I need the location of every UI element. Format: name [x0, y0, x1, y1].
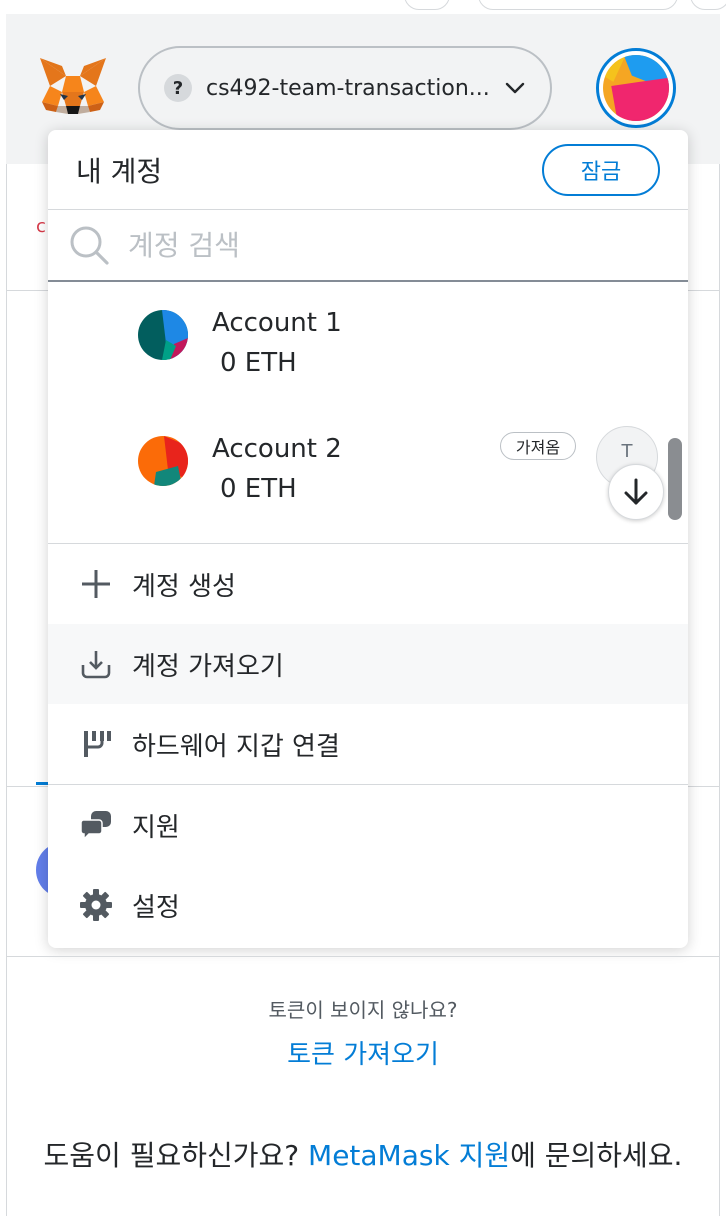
imported-badge: 가져옴 [500, 432, 576, 460]
settings-item[interactable]: 설정 [48, 865, 688, 945]
account-identicon [603, 55, 669, 121]
browser-tab-edge [690, 0, 726, 10]
account-2-identicon [138, 436, 188, 486]
plus-icon [76, 564, 116, 604]
account-search-input[interactable] [128, 228, 608, 262]
import-icon [76, 644, 116, 684]
network-label: cs492-team-transaction... [206, 75, 490, 101]
hardware-wallet-icon [76, 724, 116, 764]
account-item-2[interactable]: Account 2 0 ETH [48, 408, 688, 534]
connect-hardware-wallet-item[interactable]: 하드웨어 지갑 연결 [48, 704, 688, 784]
active-tab-indicator [36, 782, 48, 785]
account-balance: 0 ETH [220, 474, 297, 504]
lock-button[interactable]: 잠금 [542, 143, 660, 196]
account-list: Account 1 0 ETH Account 2 0 ETH 가져옴 T [48, 282, 688, 544]
account-menu-title: 내 계정 [76, 154, 163, 188]
account-list-scrollbar[interactable] [668, 438, 682, 520]
metamask-support-link[interactable]: MetaMask 지원 [308, 1139, 510, 1172]
settings-label: 설정 [132, 892, 180, 923]
background-text-fragment: c [36, 216, 46, 237]
chat-bubbles-icon [76, 805, 116, 845]
connect-hardware-wallet-label: 하드웨어 지갑 연결 [132, 731, 340, 762]
chevron-down-icon [505, 82, 525, 94]
browser-tab-edge [478, 0, 678, 10]
scroll-down-button[interactable] [608, 464, 664, 520]
search-icon [70, 226, 109, 265]
account-name: Account 1 [212, 308, 342, 338]
account-search [48, 210, 688, 282]
browser-tab-edge [404, 0, 450, 10]
import-account-item[interactable]: 계정 가져오기 [48, 624, 688, 704]
gear-icon [76, 885, 116, 925]
network-selector[interactable]: ? cs492-team-transaction... [138, 46, 552, 130]
create-account-label: 계정 생성 [132, 571, 236, 602]
account-balance: 0 ETH [220, 348, 297, 378]
help-prefix: 도움이 필요하신가요? [43, 1139, 309, 1172]
account-avatar-button[interactable] [596, 48, 676, 128]
browser-top-strip [0, 0, 726, 14]
account-menu: 내 계정 잠금 Account 1 0 ETH [48, 130, 688, 948]
metamask-fox-logo[interactable] [38, 56, 108, 120]
question-mark-icon: ? [164, 74, 192, 102]
import-tokens-link[interactable]: 토큰 가져오기 [6, 1034, 720, 1071]
arrow-down-icon [624, 478, 648, 505]
create-account-item[interactable]: 계정 생성 [48, 544, 688, 624]
account-menu-header: 내 계정 잠금 [48, 130, 688, 210]
no-tokens-text: 토큰이 보이지 않나요? [268, 998, 458, 1022]
account-name: Account 2 [212, 434, 342, 464]
help-text: 도움이 필요하신가요? MetaMask 지원에 문의하세요. [6, 1134, 720, 1174]
import-account-label: 계정 가져오기 [132, 651, 284, 682]
help-suffix: 에 문의하세요. [510, 1139, 683, 1172]
support-label: 지원 [132, 812, 180, 843]
account-item-1[interactable]: Account 1 0 ETH [48, 282, 688, 408]
account-1-identicon [138, 310, 188, 360]
support-item[interactable]: 지원 [48, 785, 688, 865]
divider [6, 956, 720, 957]
